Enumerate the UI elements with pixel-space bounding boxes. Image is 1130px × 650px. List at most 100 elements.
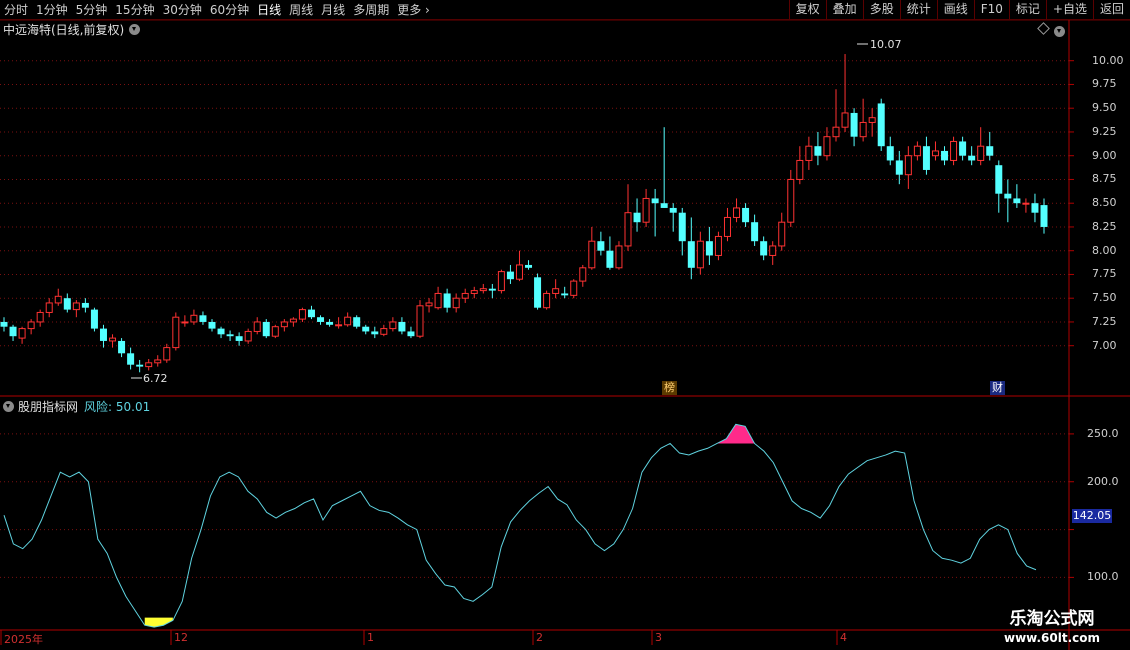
- candle-body: [280, 321, 288, 328]
- candle-body: [696, 240, 704, 269]
- candle-body: [588, 240, 596, 269]
- watermark-url: www.60lt.com: [1003, 631, 1101, 645]
- annotations: [131, 43, 868, 379]
- candle-body: [434, 292, 442, 309]
- candle-body: [787, 178, 795, 223]
- candle-body: [54, 295, 62, 304]
- candle-body: [317, 317, 325, 322]
- candle-body: [389, 321, 397, 330]
- risk-line: [3, 423, 1037, 628]
- candle-body: [416, 305, 424, 337]
- candle-body: [127, 353, 135, 365]
- date-tick-label: 4: [840, 631, 847, 644]
- candle-body: [398, 321, 406, 332]
- candle-body: [488, 288, 496, 291]
- indicator-menu-icon[interactable]: [3, 401, 14, 412]
- date-tick-label: 1: [367, 631, 374, 644]
- candle-body: [760, 241, 768, 256]
- candle-body: [452, 297, 460, 309]
- candle-body: [271, 326, 279, 337]
- candle-body: [36, 311, 44, 323]
- rank-tag-label: 榜: [664, 381, 675, 394]
- candle-body: [968, 155, 976, 161]
- candle-body: [832, 126, 840, 138]
- rank-tag[interactable]: 榜: [662, 381, 677, 395]
- watermark-logo: 乐淘公式网 www.60lt.com: [982, 606, 1122, 650]
- candle-body: [470, 290, 478, 294]
- candle-body: [99, 328, 107, 341]
- candle-body: [796, 159, 804, 180]
- date-tick-label: 3: [655, 631, 662, 644]
- candle-body: [959, 141, 967, 156]
- panel-menu-icon[interactable]: [1054, 22, 1065, 41]
- price-tick-label: 7.50: [1092, 291, 1117, 305]
- candle-body: [515, 264, 523, 280]
- candle-body: [344, 316, 352, 326]
- candle-body: [570, 280, 578, 296]
- indicator-tick-label: 200.0: [1087, 474, 1119, 488]
- candle-body: [45, 302, 53, 313]
- candle-body: [742, 207, 750, 223]
- candle-body: [353, 317, 361, 327]
- candle-body: [81, 302, 89, 308]
- candle-body: [362, 326, 370, 332]
- finance-tag[interactable]: 财: [990, 381, 1005, 395]
- chevron-down-icon[interactable]: [129, 24, 141, 35]
- price-tick-label: 9.75: [1092, 77, 1117, 91]
- candle-body: [497, 271, 505, 292]
- candle-body: [977, 145, 985, 161]
- candle-body: [289, 318, 297, 323]
- candle-body: [190, 314, 198, 323]
- candle-body: [262, 321, 270, 337]
- candle-body: [950, 140, 958, 161]
- stock-title[interactable]: 中远海特(日线,前复权): [3, 21, 141, 38]
- candle-body: [72, 302, 80, 311]
- candle-body: [443, 293, 451, 308]
- candle-body: [1013, 198, 1021, 204]
- candle-body: [371, 331, 379, 335]
- candle-body: [9, 326, 17, 337]
- candle-body: [678, 212, 686, 242]
- low-price-label: 6.72: [143, 372, 168, 385]
- candle-body: [615, 245, 623, 269]
- candle-body: [90, 309, 98, 329]
- candle-body: [118, 340, 126, 354]
- candle-body: [63, 298, 71, 310]
- candle-body: [479, 288, 487, 292]
- stock-title-text: 中远海特(日线,前复权): [3, 23, 125, 37]
- price-tick-label: 8.25: [1092, 219, 1117, 233]
- candle-body: [326, 321, 334, 325]
- candle-body: [886, 146, 894, 161]
- finance-tag-label: 财: [992, 381, 1003, 394]
- candle-body: [154, 359, 162, 364]
- price-tick-label: 9.00: [1092, 148, 1117, 162]
- price-tick-label: 9.50: [1092, 101, 1117, 115]
- candle-body: [163, 347, 171, 361]
- candle-body: [18, 328, 26, 339]
- candle-body: [651, 198, 659, 204]
- candle-body: [642, 197, 650, 223]
- candle-body: [941, 150, 949, 161]
- watermark-title: 乐淘公式网: [1009, 609, 1095, 629]
- date-tick-label: 2: [536, 631, 543, 644]
- candle-body: [687, 241, 695, 268]
- candle-body: [633, 212, 641, 223]
- candle-body: [380, 328, 388, 335]
- price-tick-label: 7.75: [1092, 267, 1117, 281]
- indicator-value: 风险: 50.01: [84, 400, 151, 414]
- indicator-title[interactable]: 股朋指标网 风险: 50.01: [3, 398, 150, 415]
- candle-body: [733, 207, 741, 218]
- indicator-tick-label: 100.0: [1087, 570, 1119, 584]
- indicator-tick-label: 250.0: [1087, 426, 1119, 440]
- candle-body: [525, 264, 533, 268]
- candle-body: [244, 330, 252, 342]
- candle-body: [995, 165, 1003, 194]
- candle-body: [561, 293, 569, 296]
- price-tick-label: 7.25: [1092, 314, 1117, 328]
- candle-body: [307, 309, 315, 318]
- price-tick-label: 9.25: [1092, 124, 1117, 138]
- candle-body: [1004, 193, 1012, 199]
- candle-body: [461, 292, 469, 299]
- date-tick-label: 12: [174, 631, 188, 644]
- candle-body: [27, 321, 35, 330]
